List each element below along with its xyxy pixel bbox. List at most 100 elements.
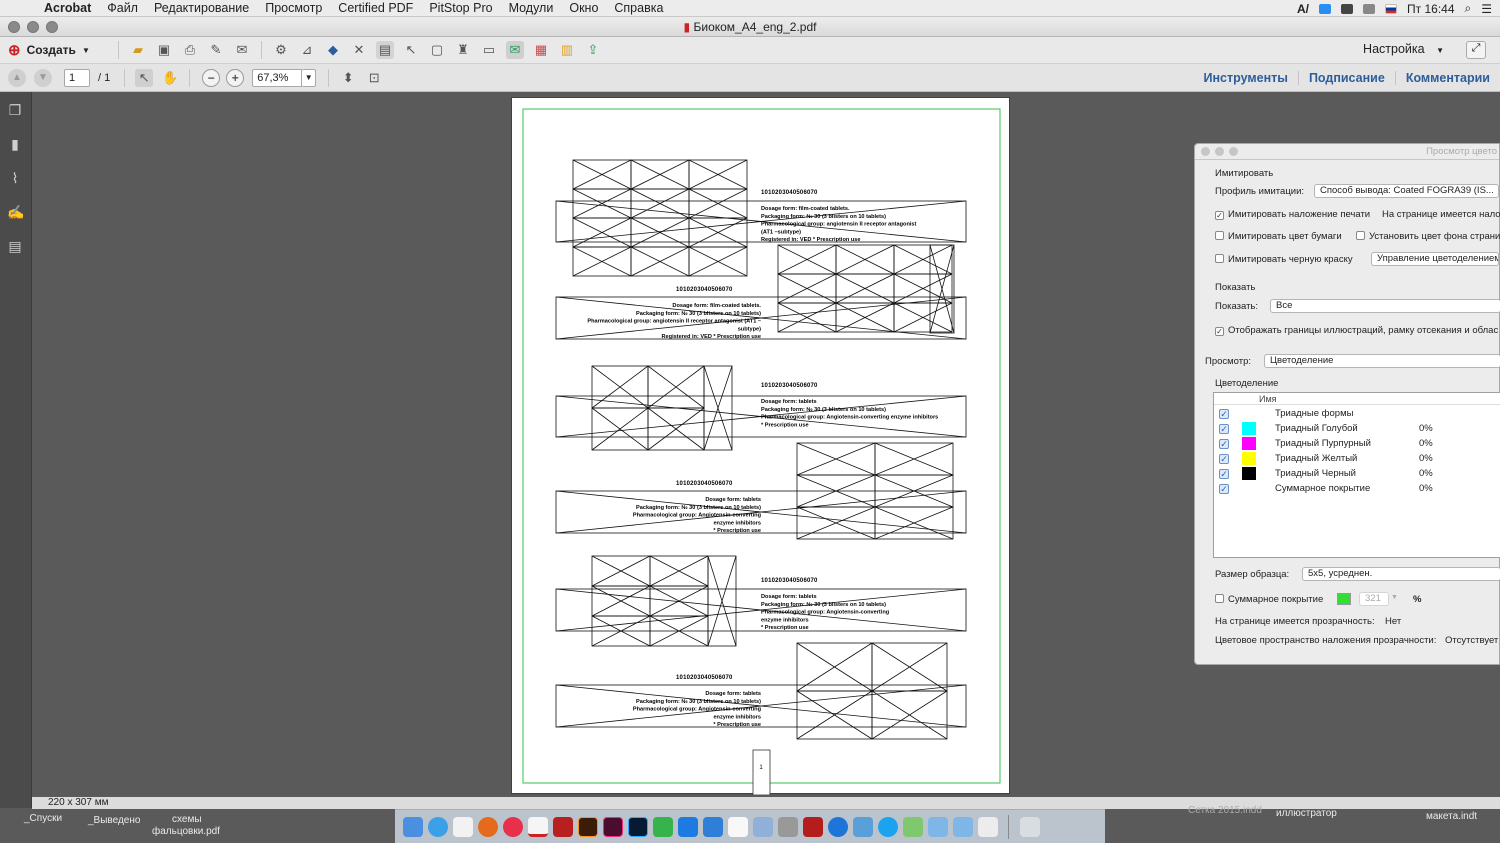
panel-minimize-button[interactable] — [1215, 147, 1224, 156]
creative-cloud-icon[interactable] — [1341, 3, 1354, 14]
indesign-icon[interactable] — [602, 816, 623, 837]
simulation-profile-select[interactable]: Способ вывода: Coated FOGRA39 (IS... — [1314, 184, 1499, 198]
total-coverage-checkbox[interactable] — [1215, 594, 1224, 603]
print-icon[interactable]: ⎙ — [181, 41, 199, 59]
pitstop-icon-3[interactable]: ✕ — [350, 41, 368, 59]
gear-icon[interactable]: ⚙ — [272, 41, 290, 59]
page-down-button[interactable]: ▼ — [34, 68, 52, 87]
total-coverage-input[interactable]: 321 — [1359, 592, 1389, 606]
tools-link[interactable]: Инструменты — [1194, 71, 1298, 85]
desktop-item-illustrator[interactable]: иллюстратор — [1276, 808, 1337, 819]
color-bars-icon[interactable]: ▥ — [558, 41, 576, 59]
total-coverage-swatch[interactable] — [1337, 593, 1351, 605]
folder-icon[interactable] — [927, 816, 948, 837]
acrobat-icon[interactable] — [552, 816, 573, 837]
separation-row[interactable]: ✓ Триадный Пурпурный 0% — [1214, 436, 1500, 451]
hand-icon[interactable]: ✋ — [161, 69, 179, 87]
menu-window[interactable]: Окно — [561, 1, 606, 15]
total-coverage-dropdown[interactable]: ▼ — [1391, 594, 1398, 601]
zoom-out-button[interactable]: − — [202, 68, 221, 87]
separation-checkbox[interactable]: ✓ — [1219, 439, 1229, 449]
settings-menu[interactable]: Настройка ▼ — [1363, 42, 1444, 56]
zoom-input[interactable]: 67,3% — [252, 68, 303, 87]
separation-row[interactable]: ✓ Триадный Голубой 0% — [1214, 421, 1500, 436]
fit-page-icon[interactable]: ⬍ — [339, 69, 357, 87]
photoshop-icon[interactable] — [627, 816, 648, 837]
desktop-item-schemes-line2[interactable]: фальцовки.pdf — [152, 826, 220, 837]
separation-checkbox[interactable]: ✓ — [1219, 454, 1229, 464]
desktop-item-grid[interactable]: Сетка 2015.indd — [1188, 805, 1262, 816]
clock[interactable]: Пт 16:44 — [1407, 2, 1454, 16]
inspect-icon[interactable]: ▢ — [428, 41, 446, 59]
menu-plugins[interactable]: Модули — [501, 1, 562, 15]
save-icon[interactable]: ▣ — [155, 41, 173, 59]
separation-row[interactable]: ✓ Суммарное покрытие 0% — [1214, 481, 1500, 496]
wifi-icon[interactable] — [1363, 3, 1376, 14]
zoom-dropdown[interactable]: ▼ — [302, 68, 317, 87]
desktop-item-spuski[interactable]: _Спуски — [24, 813, 62, 824]
open-icon[interactable]: ▰ — [129, 41, 147, 59]
desktop-item-template[interactable]: макета.indt — [1426, 811, 1477, 822]
ruler-icon[interactable]: ▭ — [480, 41, 498, 59]
overprint-checkbox[interactable]: ✓ — [1215, 211, 1224, 220]
fullscreen-icon[interactable]: ⤢ — [1466, 41, 1486, 59]
teamviewer-icon[interactable] — [827, 816, 848, 837]
sample-size-select[interactable]: 5x5, усреднен. — [1302, 567, 1500, 581]
menu-file[interactable]: Файл — [99, 1, 146, 15]
safari-icon[interactable] — [427, 816, 448, 837]
sign-link[interactable]: Подписание — [1297, 71, 1395, 85]
zoom-in-button[interactable]: + — [226, 68, 245, 87]
itunes-icon[interactable] — [502, 816, 523, 837]
mail-icon[interactable] — [702, 816, 723, 837]
skype-dock-icon[interactable] — [877, 816, 898, 837]
fit-width-icon[interactable]: ⊡ — [365, 69, 383, 87]
layout-icon[interactable]: ▦ — [532, 41, 550, 59]
menu-pitstop[interactable]: PitStop Pro — [421, 1, 500, 15]
skype-icon[interactable] — [1319, 3, 1332, 14]
cloud-app-icon[interactable] — [852, 816, 873, 837]
desktop-item-vyvedeno[interactable]: _Выведено — [88, 815, 140, 826]
zoom-window-button[interactable] — [46, 21, 58, 33]
page-bg-checkbox[interactable] — [1356, 231, 1365, 240]
preview-icon[interactable] — [752, 816, 773, 837]
menu-help[interactable]: Справка — [606, 1, 671, 15]
black-ink-checkbox[interactable] — [1215, 254, 1224, 263]
separation-checkbox[interactable]: ✓ — [1219, 409, 1229, 419]
document-icon[interactable] — [727, 816, 748, 837]
adobe-tray-icon[interactable]: A/ — [1297, 2, 1309, 16]
bookmarks-icon[interactable]: ▮ — [7, 136, 23, 152]
app-store-icon[interactable] — [677, 816, 698, 837]
menu-view[interactable]: Просмотр — [257, 1, 330, 15]
pitstop-icon-4[interactable]: ▤ — [376, 41, 394, 59]
pitstop-icon-2[interactable]: ◆ — [324, 41, 342, 59]
separation-row[interactable]: ✓ Триадные формы — [1214, 406, 1500, 421]
close-window-button[interactable] — [8, 21, 20, 33]
paper-color-checkbox[interactable] — [1215, 231, 1224, 240]
pin-icon[interactable]: ♜ — [454, 41, 472, 59]
folder-icon-2[interactable] — [952, 816, 973, 837]
comments-link[interactable]: Комментарии — [1394, 71, 1500, 85]
select-cursor-icon[interactable]: ↖ — [135, 68, 154, 87]
attachments-icon[interactable]: ⌇ — [7, 170, 23, 186]
signatures-icon[interactable]: ✍ — [7, 204, 24, 220]
box-app-icon[interactable] — [902, 816, 923, 837]
panel-zoom-button[interactable] — [1229, 147, 1238, 156]
numbers-icon[interactable] — [652, 816, 673, 837]
preflight-icon[interactable]: ✉ — [506, 41, 524, 59]
email-icon[interactable]: ✉ — [233, 41, 251, 59]
filezilla-icon[interactable] — [802, 816, 823, 837]
separation-checkbox[interactable]: ✓ — [1219, 484, 1229, 494]
finder-icon[interactable] — [402, 816, 423, 837]
layers-icon[interactable]: ▤ — [7, 238, 23, 254]
preview-select[interactable]: Цветоделение — [1264, 354, 1500, 368]
create-button[interactable]: ⊕ Создать ▼ — [0, 41, 112, 59]
separation-checkbox[interactable]: ✓ — [1219, 469, 1229, 479]
desktop-item-schemes-line1[interactable]: схемы — [172, 814, 202, 825]
calendar-icon[interactable] — [452, 816, 473, 837]
show-select[interactable]: Все — [1270, 299, 1500, 313]
acrobat-reader-icon[interactable] — [527, 816, 548, 837]
page-number-input[interactable]: 1 — [64, 68, 90, 87]
edit-icon[interactable]: ✎ — [207, 41, 225, 59]
minimize-window-button[interactable] — [27, 21, 39, 33]
menu-certified-pdf[interactable]: Certified PDF — [330, 1, 421, 15]
